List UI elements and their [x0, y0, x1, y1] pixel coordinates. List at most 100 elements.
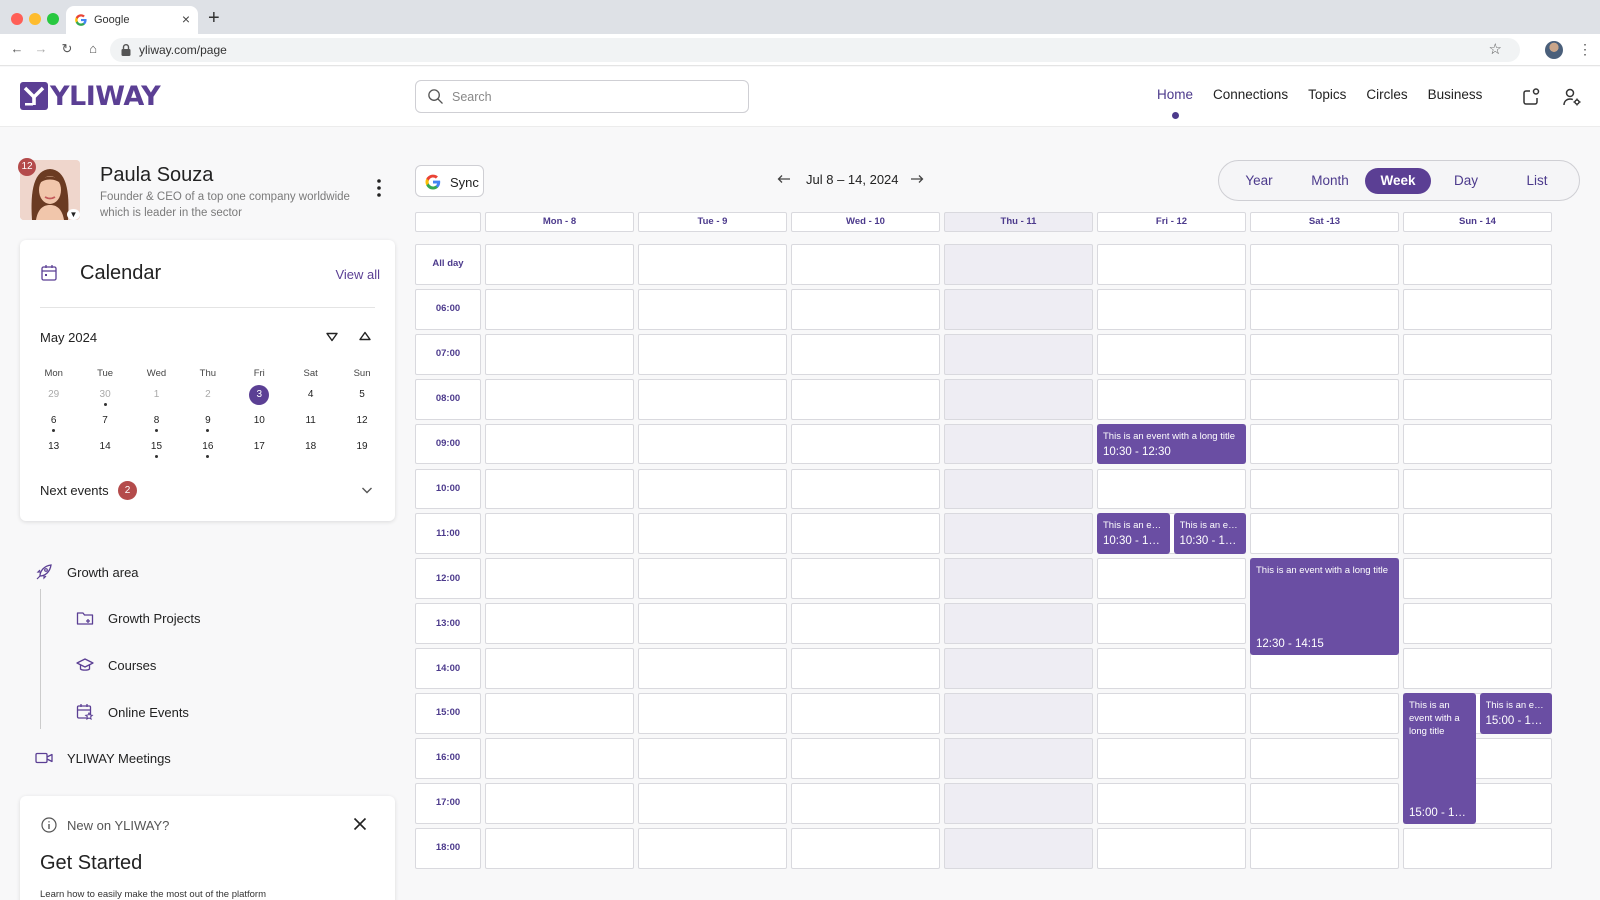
- sidebar-item-yliway-meetings[interactable]: YLIWAY Meetings: [35, 749, 171, 767]
- mini-calendar-day[interactable]: 9: [182, 410, 233, 432]
- time-slot[interactable]: [1403, 648, 1552, 689]
- home-icon[interactable]: ⌂: [84, 41, 102, 56]
- browser-menu-icon[interactable]: ⋮: [1578, 41, 1592, 58]
- time-slot[interactable]: [638, 693, 787, 734]
- time-slot[interactable]: [638, 827, 787, 869]
- time-slot[interactable]: [1097, 378, 1246, 420]
- mini-calendar-day[interactable]: 30: [79, 384, 130, 406]
- time-slot[interactable]: [1250, 737, 1399, 779]
- time-slot[interactable]: [791, 333, 940, 375]
- next-month-icon[interactable]: [326, 332, 338, 342]
- address-bar[interactable]: yliway.com/page ☆: [110, 38, 1520, 62]
- time-slot[interactable]: [485, 513, 634, 555]
- search-input[interactable]: [452, 87, 732, 107]
- calendar-event[interactable]: This is an event with a long title 12:30 …: [1250, 558, 1399, 656]
- time-slot[interactable]: [1097, 288, 1246, 330]
- view-month-button[interactable]: Month: [1295, 168, 1365, 194]
- all-day-slot[interactable]: [1250, 244, 1399, 285]
- calendar-event[interactable]: This is an event with a long title 10:30 …: [1173, 513, 1246, 555]
- yliway-logo[interactable]: YLIWAY: [20, 81, 161, 112]
- mini-calendar-day[interactable]: 12: [336, 410, 387, 432]
- view-day-button[interactable]: Day: [1435, 168, 1497, 194]
- mini-calendar-day[interactable]: 13: [28, 436, 79, 458]
- time-slot[interactable]: [1097, 648, 1246, 689]
- time-slot[interactable]: [791, 693, 940, 734]
- maximize-window-button[interactable]: [47, 13, 59, 25]
- time-slot[interactable]: [1250, 693, 1399, 734]
- time-slot[interactable]: [944, 513, 1093, 555]
- chevron-down-icon[interactable]: ▼: [67, 209, 80, 220]
- mini-calendar-day[interactable]: 14: [79, 436, 130, 458]
- mini-calendar-day[interactable]: 8: [131, 410, 182, 432]
- mini-calendar-day[interactable]: 7: [79, 410, 130, 432]
- time-slot[interactable]: [1097, 603, 1246, 645]
- mini-calendar-day[interactable]: 15: [131, 436, 182, 458]
- time-slot[interactable]: [638, 513, 787, 555]
- time-slot[interactable]: [485, 423, 634, 465]
- mini-calendar-day[interactable]: 17: [234, 436, 285, 458]
- time-slot[interactable]: [1250, 513, 1399, 555]
- close-icon[interactable]: [353, 817, 367, 831]
- all-day-slot[interactable]: [944, 244, 1093, 285]
- time-slot[interactable]: [485, 288, 634, 330]
- time-slot[interactable]: [1097, 468, 1246, 510]
- time-slot[interactable]: [944, 333, 1093, 375]
- view-list-button[interactable]: List: [1505, 168, 1569, 194]
- time-slot[interactable]: [1250, 378, 1399, 420]
- time-slot[interactable]: [1250, 782, 1399, 824]
- time-slot[interactable]: [791, 378, 940, 420]
- minimize-window-button[interactable]: [29, 13, 41, 25]
- time-slot[interactable]: [485, 378, 634, 420]
- time-slot[interactable]: [944, 827, 1093, 869]
- tab-close-icon[interactable]: ×: [182, 11, 190, 27]
- mini-calendar-day[interactable]: 4: [285, 384, 336, 406]
- time-slot[interactable]: [944, 288, 1093, 330]
- time-slot[interactable]: [1403, 513, 1552, 555]
- time-slot[interactable]: [791, 827, 940, 869]
- time-slot[interactable]: [1097, 333, 1246, 375]
- time-slot[interactable]: [485, 468, 634, 510]
- time-slot[interactable]: [1250, 288, 1399, 330]
- mini-calendar-day[interactable]: 5: [336, 384, 387, 406]
- mini-calendar-day[interactable]: 1: [131, 384, 182, 406]
- all-day-slot[interactable]: [1097, 244, 1246, 285]
- time-slot[interactable]: [1250, 333, 1399, 375]
- new-tab-button[interactable]: +: [208, 8, 220, 28]
- time-slot[interactable]: [1097, 693, 1246, 734]
- time-slot[interactable]: [1403, 603, 1552, 645]
- time-slot[interactable]: [791, 513, 940, 555]
- mini-calendar-day[interactable]: 6: [28, 410, 79, 432]
- day-column-header[interactable]: Thu - 11: [944, 212, 1093, 232]
- calendar-event[interactable]: This is an event with a long title 15:00 …: [1479, 693, 1552, 734]
- time-slot[interactable]: [944, 782, 1093, 824]
- nav-topics[interactable]: Topics: [1308, 87, 1346, 102]
- time-slot[interactable]: [791, 603, 940, 645]
- nav-circles[interactable]: Circles: [1366, 87, 1407, 102]
- time-slot[interactable]: [485, 648, 634, 689]
- time-slot[interactable]: [944, 648, 1093, 689]
- time-slot[interactable]: [1250, 468, 1399, 510]
- time-slot[interactable]: [485, 737, 634, 779]
- time-slot[interactable]: [1403, 378, 1552, 420]
- notifications-icon[interactable]: [1521, 87, 1541, 107]
- time-slot[interactable]: [791, 558, 940, 600]
- time-slot[interactable]: [638, 648, 787, 689]
- chevron-down-icon[interactable]: [361, 486, 373, 495]
- all-day-slot[interactable]: [638, 244, 787, 285]
- day-column-header[interactable]: Mon - 8: [485, 212, 634, 232]
- day-column-header[interactable]: Tue - 9: [638, 212, 787, 232]
- time-slot[interactable]: [1403, 558, 1552, 600]
- mini-calendar-day[interactable]: 11: [285, 410, 336, 432]
- time-slot[interactable]: [944, 378, 1093, 420]
- nav-business[interactable]: Business: [1428, 87, 1483, 102]
- time-slot[interactable]: [944, 558, 1093, 600]
- day-column-header[interactable]: Wed - 10: [791, 212, 940, 232]
- time-slot[interactable]: [791, 468, 940, 510]
- time-slot[interactable]: [485, 558, 634, 600]
- view-week-button[interactable]: Week: [1365, 168, 1431, 194]
- sidebar-item-growth-area[interactable]: Growth area: [35, 563, 139, 581]
- time-slot[interactable]: [791, 423, 940, 465]
- time-slot[interactable]: [638, 333, 787, 375]
- time-slot[interactable]: [638, 737, 787, 779]
- nav-home[interactable]: Home: [1157, 87, 1193, 119]
